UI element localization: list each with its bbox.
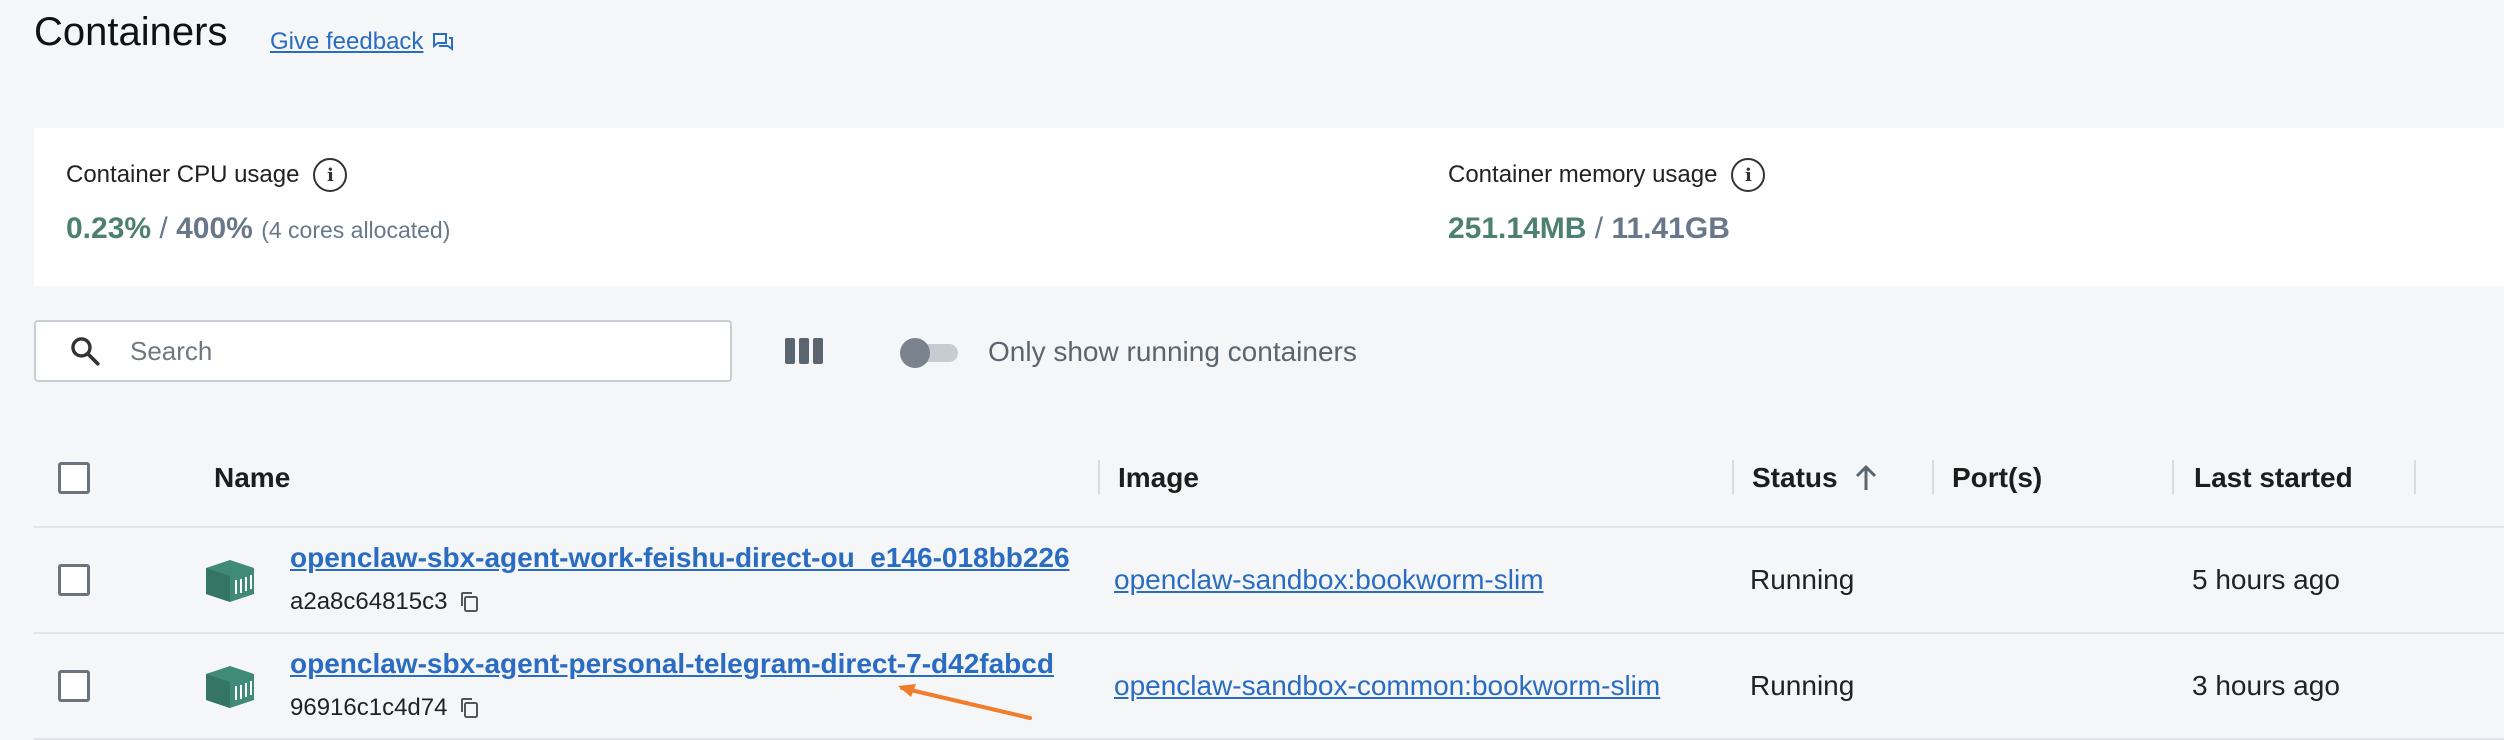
give-feedback-link[interactable]: Give feedback [270,28,455,56]
column-divider[interactable] [1932,460,1934,494]
container-id-text: 96916c1c4d74 [290,694,448,721]
cpu-separator: / [159,212,168,245]
cpu-info-icon[interactable]: i [313,158,348,192]
page-title: Containers [34,10,228,54]
cpu-value: 0.23% [66,212,152,245]
last-started-text: 5 hours ago [2192,564,2340,595]
container-image-link[interactable]: openclaw-sandbox:bookworm-slim [1114,564,1544,596]
container-name-link[interactable]: openclaw-sbx-agent-work-feishu-direct-ou… [290,542,1070,574]
status-text: Running [1750,670,1855,701]
select-all-checkbox[interactable] [58,462,90,494]
table-row[interactable]: openclaw-sbx-agent-work-feishu-direct-ou… [34,528,2504,634]
copy-icon[interactable] [459,697,479,719]
search-input[interactable] [128,334,730,368]
column-header-status[interactable]: Status [1752,430,1880,526]
cpu-cores-note: (4 cores allocated) [261,217,451,243]
memory-value: 251.14MB [1448,212,1587,245]
column-header-ports[interactable]: Port(s) [1952,430,2042,526]
cpu-usage-value: 0.23% / 400% (4 cores allocated) [66,212,450,246]
cpu-total: 400% [176,212,253,245]
running-only-toggle[interactable] [900,338,960,368]
running-only-label: Only show running containers [988,336,1357,367]
container-icon [206,666,254,708]
container-id: 96916c1c4d74 [290,694,479,722]
containers-page: Containers Give feedback Container CPU u… [0,0,2504,740]
feedback-icon [433,33,454,51]
container-image-link[interactable]: openclaw-sandbox-common:bookworm-slim [1114,670,1660,702]
memory-usage: Container memory usage i 251.14MB / 11.4… [1448,158,1766,246]
memory-info-icon[interactable]: i [1731,158,1766,192]
search-box[interactable] [34,320,732,382]
column-divider[interactable] [2414,460,2416,494]
give-feedback-label: Give feedback [270,28,424,55]
usage-panel: Container CPU usage i 0.23% / 400% (4 co… [34,128,2504,286]
search-icon [71,337,100,366]
container-id-text: a2a8c64815c3 [290,588,448,615]
column-header-last-started[interactable]: Last started [2194,430,2353,526]
memory-usage-value: 251.14MB / 11.41GB [1448,212,1765,246]
row-checkbox[interactable] [58,670,90,702]
toggle-knob [900,338,930,368]
container-name-link[interactable]: openclaw-sbx-agent-personal-telegram-dir… [290,648,1054,680]
column-header-name[interactable]: Name [214,430,290,526]
containers-table: Name Image Status Port(s) Last started o… [34,430,2504,740]
last-started-text: 3 hours ago [2192,670,2340,701]
column-header-image[interactable]: Image [1118,430,1199,526]
status-header-label: Status [1752,462,1838,493]
column-divider[interactable] [1098,460,1100,494]
container-icon [206,560,254,602]
cpu-usage: Container CPU usage i 0.23% / 400% (4 co… [66,158,450,246]
column-divider[interactable] [1732,460,1734,494]
cpu-usage-label: Container CPU usage [66,161,300,188]
sort-ascending-icon[interactable] [1852,463,1880,493]
columns-icon[interactable] [784,336,824,366]
copy-icon[interactable] [459,591,479,613]
table-header: Name Image Status Port(s) Last started [34,430,2504,528]
status-text: Running [1750,564,1855,595]
memory-total: 11.41GB [1611,212,1730,245]
table-row[interactable]: openclaw-sbx-agent-personal-telegram-dir… [34,634,2504,740]
memory-separator: / [1594,212,1604,245]
container-id: a2a8c64815c3 [290,588,479,616]
column-divider[interactable] [2172,460,2174,494]
row-checkbox[interactable] [58,564,90,596]
memory-usage-label: Container memory usage [1448,161,1718,188]
